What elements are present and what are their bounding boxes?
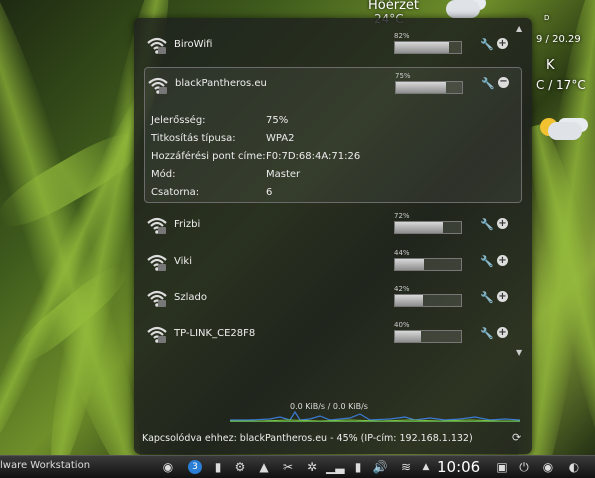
kde-logo-icon[interactable]: ◉ [540, 459, 556, 475]
detail-row-ap-address: Hozzáférési pont címe:F0:7D:68:4A:71:26 [151, 148, 360, 166]
taskbar: lware Workstation ◉ 3 ▮ ⚙ ▲ ✂ ✲ ▁▃ ▮ 🔊 ≋… [0, 455, 595, 478]
scroll-up-arrow-icon[interactable]: ▲ [516, 24, 522, 33]
network-item-birowifi[interactable]: BiroWifi 82% 🔧 + [144, 28, 520, 62]
signal-bar-fill [395, 331, 422, 342]
signal-percent: 40% [394, 321, 410, 329]
detail-row-mode: Mód: Master [151, 166, 360, 184]
network-manager-popup: BiroWifi 82% 🔧 + blackPantheros.eu 75% 🔧… [134, 18, 532, 454]
cloud-icon [548, 122, 582, 140]
detail-value: WPA2 [266, 133, 295, 144]
wifi-icon [147, 37, 167, 54]
settings-gear-icon[interactable]: ⚙ [232, 459, 248, 475]
taskbar-clock[interactable]: 10:06 [437, 458, 480, 476]
network-name: Viki [174, 256, 192, 267]
clipboard-icon[interactable]: ▮ [210, 459, 226, 475]
wifi-tray-icon[interactable]: ≋ [398, 459, 414, 475]
connect-plus-icon[interactable]: + [497, 38, 508, 49]
network-name: Frizbi [174, 219, 201, 230]
signal-bar [394, 221, 462, 234]
detail-label: Jelerősség: [151, 115, 206, 126]
signal-bar [394, 41, 462, 54]
connection-details: Jelerősség: 75% Titkosítás típusa: WPA2 Ho… [151, 112, 360, 202]
network-item-connected[interactable]: blackPantheros.eu 75% 🔧 − Jelerősség: 75%… [144, 67, 522, 203]
detail-value: 6 [266, 187, 273, 198]
wifi-icon [148, 77, 168, 94]
bug-icon[interactable]: ✲ [304, 459, 320, 475]
refresh-icon[interactable]: ⟳ [512, 431, 521, 444]
signal-bar-fill [395, 295, 423, 306]
detail-label: Mód: [151, 169, 176, 180]
signal-bars-icon[interactable]: ▁▃ [326, 459, 344, 475]
network-name: Szlado [174, 292, 207, 303]
configure-wrench-icon[interactable]: 🔧 [481, 77, 495, 90]
detail-row-channel: Csatorna: 6 [151, 184, 360, 202]
tray-expand-arrow-icon[interactable]: ▲ [418, 459, 434, 475]
connection-status-text: Kapcsolódva ehhez: blackPantheros.eu - 4… [142, 433, 473, 444]
app-launcher-icon[interactable]: ◉ [160, 459, 176, 475]
wifi-icon [147, 290, 167, 307]
signal-bar-fill [395, 42, 450, 53]
weather-day: K [546, 58, 555, 73]
weather-date-time: 9 / 20.29 [536, 34, 581, 45]
configure-wrench-icon[interactable]: 🔧 [480, 255, 494, 268]
detail-label: Hozzáférési pont címe: [151, 151, 266, 162]
battery-icon[interactable]: ▮ [350, 459, 366, 475]
volume-icon[interactable]: 🔊 [372, 459, 388, 475]
signal-bar [395, 81, 463, 94]
signal-bar [394, 330, 462, 343]
connect-plus-icon[interactable]: + [497, 255, 508, 266]
wifi-icon [147, 217, 167, 234]
signal-percent: 42% [394, 285, 410, 293]
configure-wrench-icon[interactable]: 🔧 [480, 327, 494, 340]
detail-value: F0:7D:68:4A:71:26 [266, 151, 361, 162]
detail-value: 75% [266, 115, 289, 126]
detail-label: Csatorna: [151, 187, 200, 198]
signal-bar-fill [395, 222, 443, 233]
connect-plus-icon[interactable]: + [497, 327, 508, 338]
traffic-rate-label: 0.0 KiB/s / 0.0 KiB/s [290, 402, 368, 411]
network-item-frizbi[interactable]: Frizbi 72% 🔧 + [144, 208, 520, 242]
drive-icon[interactable]: ▲ [256, 459, 272, 475]
signal-percent: 72% [394, 212, 410, 220]
signal-bar-fill [395, 259, 425, 270]
scroll-down-arrow-icon[interactable]: ▼ [516, 348, 522, 357]
network-item-szlado[interactable]: Szlado 42% 🔧 + [144, 281, 520, 315]
signal-percent: 82% [394, 32, 410, 40]
connect-plus-icon[interactable]: + [497, 218, 508, 229]
signal-bar [394, 258, 462, 271]
traffic-graph [230, 410, 520, 422]
weather-temp-range: C / 17°C [536, 78, 586, 92]
detail-label: Titkosítás típusa: [151, 133, 236, 144]
connect-plus-icon[interactable]: + [497, 291, 508, 302]
signal-bar [394, 294, 462, 307]
configure-wrench-icon[interactable]: 🔧 [480, 38, 494, 51]
network-item-tp-link[interactable]: TP-LINK_CE28F8 40% 🔧 + [144, 317, 520, 351]
network-name: TP-LINK_CE28F8 [174, 328, 256, 339]
weather-day-letter: D [544, 14, 550, 22]
wifi-icon [147, 326, 167, 343]
cloud-icon [446, 0, 480, 18]
show-desktop-icon[interactable]: ▣ [494, 459, 510, 475]
detail-row-signal: Jelerősség: 75% [151, 112, 360, 130]
scissors-icon[interactable]: ✂ [280, 459, 296, 475]
configure-wrench-icon[interactable]: 🔧 [480, 218, 494, 231]
network-name: blackPantheros.eu [175, 78, 267, 89]
taskbar-window-title[interactable]: lware Workstation [0, 460, 90, 471]
wifi-icon [147, 254, 167, 271]
detail-row-encryption: Titkosítás típusa: WPA2 [151, 130, 360, 148]
signal-percent: 75% [395, 72, 411, 80]
notification-badge[interactable]: 3 [188, 460, 202, 474]
menu-icon[interactable]: ◐ [566, 459, 582, 475]
configure-wrench-icon[interactable]: 🔧 [480, 291, 494, 304]
network-name: BiroWifi [174, 39, 213, 50]
power-icon[interactable]: ⏻ [516, 459, 532, 475]
network-item-viki[interactable]: Viki 44% 🔧 + [144, 245, 520, 279]
signal-bar-fill [396, 82, 446, 93]
disconnect-minus-icon[interactable]: − [498, 77, 509, 88]
detail-value: Master [266, 169, 301, 180]
signal-percent: 44% [394, 249, 410, 257]
